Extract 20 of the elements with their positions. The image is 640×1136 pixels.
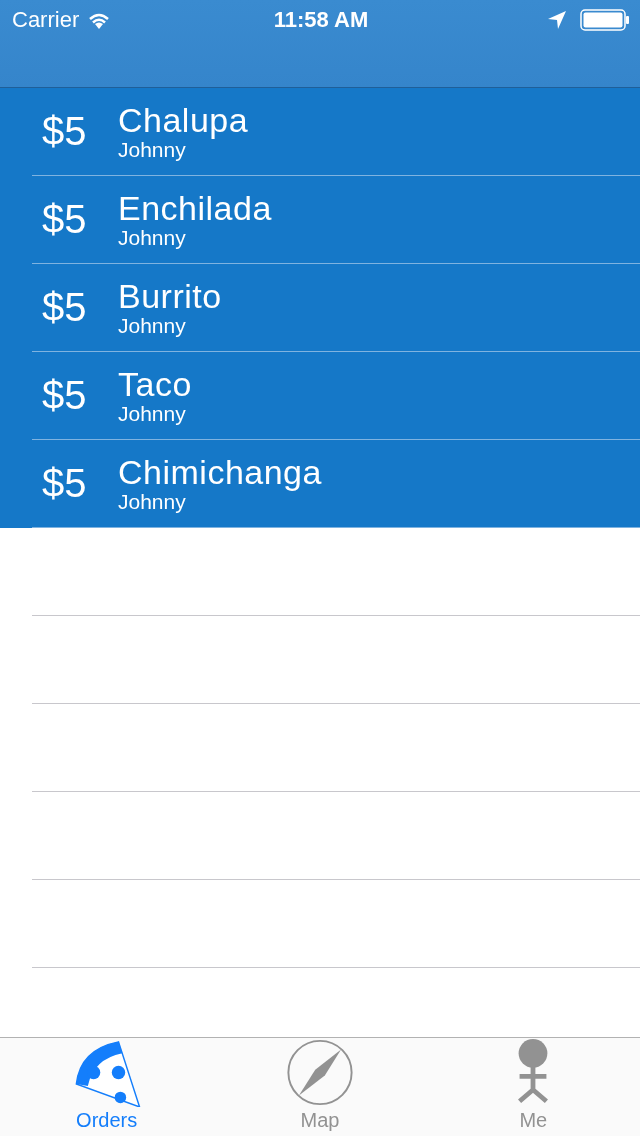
tab-bar-item[interactable]: Orders [0, 1038, 214, 1136]
order-customer: Johnny [118, 137, 186, 162]
order-price: $5 [42, 373, 88, 418]
order-item-name: Burrito [118, 277, 222, 314]
order-price: $5 [42, 109, 88, 154]
order-item-name: Enchilada [118, 189, 272, 226]
status-time: 11:58 AM [273, 7, 369, 33]
order-item-name: Taco [118, 365, 192, 402]
tab-bar-item[interactable]: Me [426, 1038, 640, 1136]
order-price: $5 [42, 461, 88, 506]
order-item-name: Chimichanga [118, 453, 322, 490]
order-customer: Johnny [118, 225, 187, 250]
order-price: $5 [42, 285, 88, 330]
tab-bar-item[interactable]: Map [213, 1038, 427, 1136]
order-customer: Johnny [118, 489, 186, 514]
order-customer: Johnny [118, 401, 187, 426]
order-customer: Johnny [118, 313, 187, 338]
order-price: $5 [42, 197, 88, 242]
carrier-label: Carrier [12, 7, 80, 33]
order-item-name: Chalupa [118, 101, 249, 138]
